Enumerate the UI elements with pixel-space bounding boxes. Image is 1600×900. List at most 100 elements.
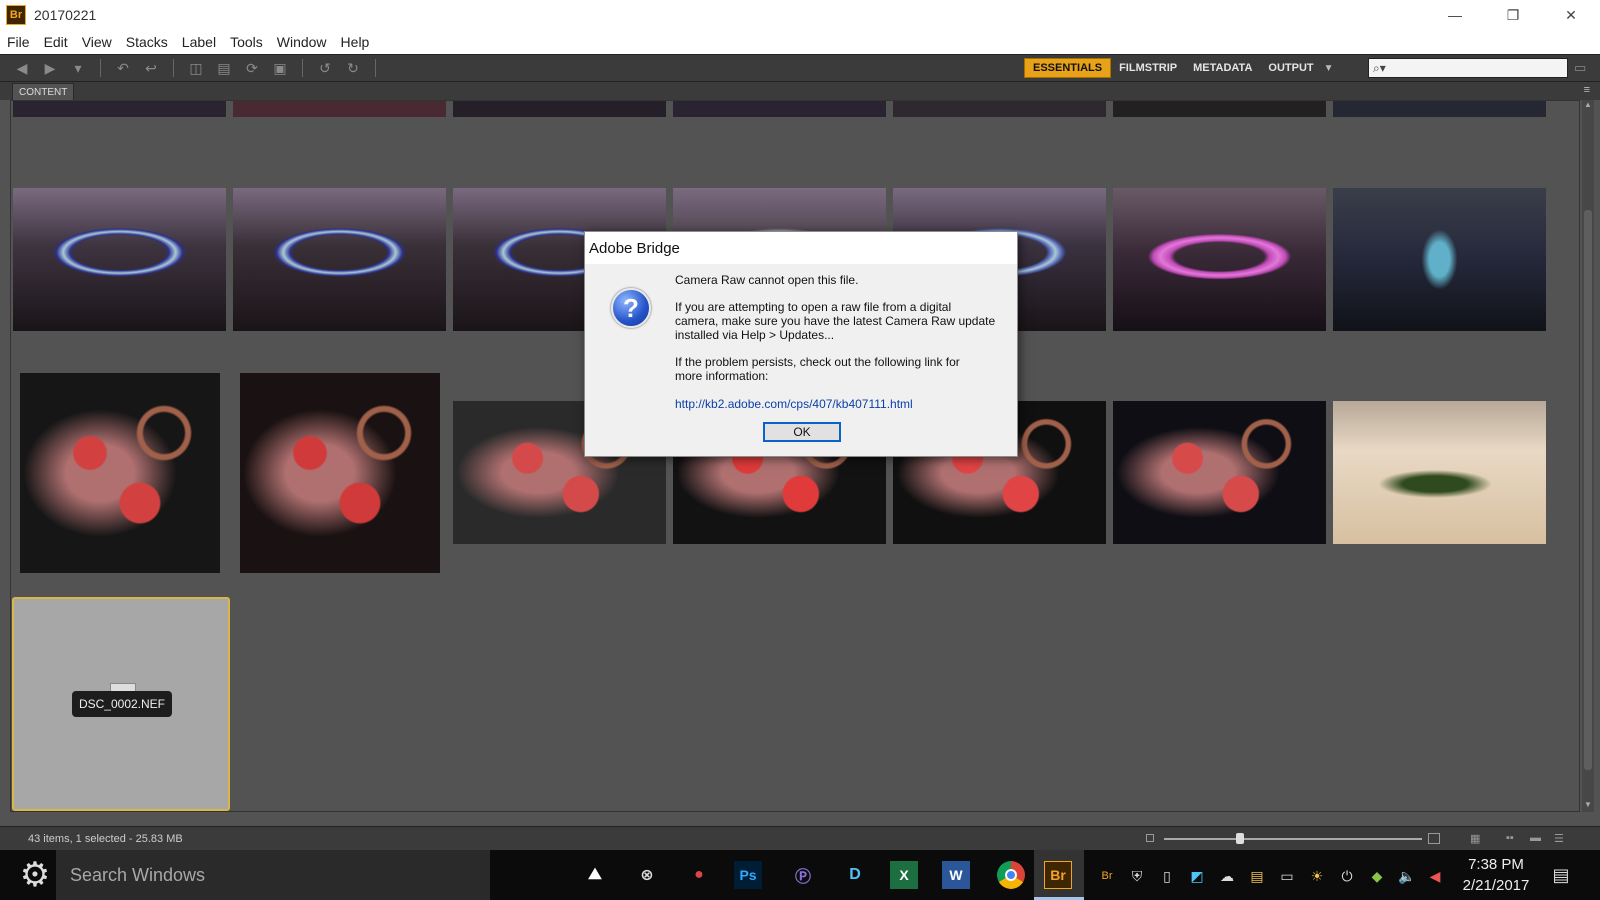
xbox-app-icon[interactable]: ⊗ <box>630 858 664 892</box>
sync-icon[interactable]: ◩ <box>1186 865 1208 887</box>
workspace-essentials[interactable]: ESSENTIALS <box>1024 58 1112 78</box>
excel-app-icon[interactable]: X <box>890 861 918 889</box>
details-view-icon[interactable]: ▬ <box>1530 832 1548 846</box>
menu-stacks[interactable]: Stacks <box>119 34 175 50</box>
thumbnail-red-beads[interactable] <box>20 373 220 573</box>
toolbar-divider <box>100 59 101 77</box>
rotate-refresh-icon[interactable]: ⟳ <box>241 58 263 78</box>
title-bar: Br 20170221 — ❐ ✕ <box>0 0 1600 30</box>
thumbnail-pink-bracelet[interactable] <box>1113 188 1326 331</box>
display-icon[interactable]: ▭ <box>1276 865 1298 887</box>
volume-alert-icon[interactable]: ◀ <box>1424 865 1446 887</box>
zoom-in-icon[interactable] <box>1428 833 1440 844</box>
bridge-tray-icon[interactable]: Br <box>1096 865 1118 887</box>
help-link[interactable]: http://kb2.adobe.com/cps/407/kb407111.ht… <box>675 397 913 411</box>
d-app-icon[interactable]: D <box>838 858 872 892</box>
photoshop-app-icon[interactable]: Ps <box>734 861 762 889</box>
camera-raw-error-dialog: Adobe Bridge ? Camera Raw cannot open th… <box>584 231 1018 457</box>
return-icon[interactable]: ↶ <box>112 58 134 78</box>
slider-handle[interactable] <box>1236 833 1244 844</box>
menu-label[interactable]: Label <box>175 34 223 50</box>
menu-view[interactable]: View <box>75 34 119 50</box>
boomerang-icon[interactable]: ↩ <box>140 58 162 78</box>
workspace-dropdown-icon[interactable]: ▼ <box>1324 63 1334 74</box>
minimize-button[interactable]: — <box>1426 0 1484 30</box>
folder-icon[interactable]: ▤ <box>1246 865 1268 887</box>
restore-button[interactable]: ❐ <box>1484 0 1542 30</box>
selected-file-thumbnail[interactable]: DSC_0002.NEF <box>12 597 230 811</box>
menu-tools[interactable]: Tools <box>223 34 270 50</box>
thumbnail-bracelet-top[interactable] <box>1333 101 1546 117</box>
cloud-icon[interactable]: ☁ <box>1216 865 1238 887</box>
bridge-app-icon[interactable]: Br <box>6 5 26 25</box>
thumbnail-bracelet-top[interactable] <box>673 101 886 117</box>
bridge-taskbar-icon[interactable]: Br <box>1044 861 1072 889</box>
photos-app-icon[interactable]: ⛰ <box>578 858 612 892</box>
purple-p-app-icon[interactable]: Ⓟ <box>786 858 820 892</box>
menu-file[interactable]: File <box>0 34 37 50</box>
rotate-right-icon[interactable]: ↻ <box>342 58 364 78</box>
thumbnail-blue-bracelet[interactable] <box>233 188 446 331</box>
back-arrow-icon[interactable]: ◀ <box>11 58 33 78</box>
list-view-icon[interactable]: ☰ <box>1554 832 1572 846</box>
menu-edit[interactable]: Edit <box>37 34 75 50</box>
speaker-icon[interactable]: 🔈 <box>1396 865 1418 887</box>
scroll-down-icon[interactable]: ▼ <box>1582 800 1594 812</box>
taskbar-clock[interactable]: 7:38 PM 2/21/2017 <box>1448 854 1544 896</box>
thumbnail-size-slider[interactable] <box>1164 838 1422 840</box>
grid-lock-icon[interactable]: ▦ <box>1470 832 1488 846</box>
content-scrollbar[interactable]: ▲ ▼ <box>1582 100 1594 812</box>
thumbnail-bracelet-top[interactable] <box>893 101 1106 117</box>
action-center-icon[interactable]: ▤ <box>1546 860 1576 890</box>
forward-arrow-icon[interactable]: ▶ <box>39 58 61 78</box>
taskbar-search[interactable]: Search Windows <box>56 850 490 900</box>
dialog-message-3b: more information: <box>675 369 769 383</box>
start-gear-icon[interactable]: ⚙ <box>0 850 70 900</box>
workspace-filmstrip[interactable]: FILMSTRIP <box>1111 58 1185 78</box>
thumbnail-red-beads[interactable] <box>1113 401 1326 544</box>
thumbnail-bracelet-top[interactable] <box>453 101 666 117</box>
thumbnail-bracelet-top[interactable] <box>1113 101 1326 117</box>
thumbnail-green-bracelet[interactable] <box>1333 401 1546 544</box>
rotate-left-icon[interactable]: ↺ <box>314 58 336 78</box>
scroll-thumb[interactable] <box>1584 210 1592 770</box>
thumbnail-view-icon[interactable]: ▪▪ <box>1506 832 1524 846</box>
menu-help[interactable]: Help <box>334 34 377 50</box>
shield-icon[interactable]: ⛨ <box>1126 865 1148 887</box>
search-input[interactable]: ⌕▾ <box>1368 58 1568 78</box>
close-icon: ✕ <box>1565 6 1577 23</box>
workspace-metadata[interactable]: METADATA <box>1185 58 1260 78</box>
toolbar-divider <box>302 59 303 77</box>
camera-import-icon[interactable]: ◫ <box>185 58 207 78</box>
power-icon[interactable]: ⏻ <box>1336 865 1358 887</box>
compact-mode-icon[interactable]: ▭ <box>1574 60 1592 76</box>
lightbulb-icon[interactable]: ☀ <box>1306 865 1328 887</box>
color-app-icon[interactable]: ● <box>682 858 716 892</box>
close-button[interactable]: ✕ <box>1542 0 1600 30</box>
recent-dropdown-icon[interactable]: ▾ <box>67 58 89 78</box>
menu-window[interactable]: Window <box>270 34 334 50</box>
open-in-icon[interactable]: ▣ <box>269 58 291 78</box>
ok-button[interactable]: OK <box>763 422 841 442</box>
thumbnail-bracelet-top[interactable] <box>13 101 226 117</box>
panel-menu-icon[interactable]: ≡ <box>1584 84 1590 96</box>
word-app-icon[interactable]: W <box>942 861 970 889</box>
thumbnail-bracelet-top[interactable] <box>233 101 446 117</box>
clock-date: 2/21/2017 <box>1462 877 1530 894</box>
window-title: 20170221 <box>34 7 97 23</box>
zoom-out-icon[interactable] <box>1146 834 1154 842</box>
refine-icon[interactable]: ▤ <box>213 58 235 78</box>
nvidia-icon[interactable]: ◆ <box>1366 865 1388 887</box>
chrome-app-icon[interactable] <box>994 858 1028 892</box>
thumbnail-red-beads[interactable] <box>240 373 440 573</box>
thumbnail-blue-bracelet[interactable] <box>13 188 226 331</box>
workspace-output[interactable]: OUTPUT <box>1260 58 1321 78</box>
toolbar: ◀ ▶ ▾ ↶ ↩ ◫ ▤ ⟳ ▣ ↺ ↻ ESSENTIALS FILMSTR… <box>0 54 1600 82</box>
question-icon: ? <box>611 288 651 328</box>
tab-content[interactable]: CONTENT <box>12 83 75 100</box>
thumbnail-teal-bracelet[interactable] <box>1333 188 1546 331</box>
dialog-message-2b: camera, make sure you have the latest Ca… <box>675 314 996 328</box>
usb-icon[interactable]: ▯ <box>1156 865 1178 887</box>
scroll-up-icon[interactable]: ▲ <box>1582 100 1594 112</box>
dialog-message-2c: installed via Help > Updates... <box>675 328 835 342</box>
